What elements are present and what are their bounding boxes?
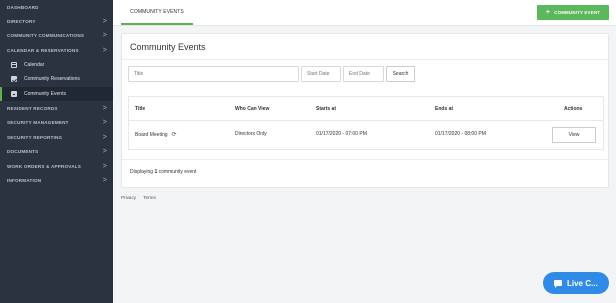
sidebar-item-label: INFORMATION <box>7 177 42 183</box>
chevron-right-icon: > <box>102 119 107 127</box>
recurring-icon: ⟳ <box>171 132 177 138</box>
sidebar-item-label: COMMUNITY COMMUNICATIONS <box>7 33 85 39</box>
footer: Privacy Terms <box>121 195 162 200</box>
cell-who-can-view: Directors Only <box>235 131 267 137</box>
column-header-actions: Actions <box>564 106 583 112</box>
result-count-number: 1 <box>154 169 158 175</box>
privacy-link[interactable]: Privacy <box>121 195 136 200</box>
sidebar-item-label: WORK ORDERS & APPROVALS <box>7 163 82 169</box>
chevron-right-icon: > <box>102 133 107 141</box>
end-date-input[interactable] <box>343 66 384 82</box>
sidebar-item-work-orders-approvals[interactable]: WORK ORDERS & APPROVALS > <box>0 159 113 173</box>
sidebar-item-dashboard[interactable]: DASHBOARD <box>0 0 113 14</box>
chevron-right-icon: > <box>102 148 107 156</box>
tab-community-events[interactable]: COMMUNITY EVENTS <box>121 0 193 25</box>
sidebar-subitem-community-reservations[interactable]: Community Reservations <box>0 72 113 87</box>
chevron-right-icon: > <box>102 176 107 184</box>
column-header-who-can-view: Who Can View <box>235 106 270 112</box>
sidebar-item-label: SECURITY REPORTING <box>7 134 63 140</box>
live-chat-label: Live C... <box>567 278 598 288</box>
sidebar-item-information[interactable]: INFORMATION > <box>0 173 113 187</box>
search-button[interactable]: Search <box>386 66 415 82</box>
plus-icon: + <box>545 9 551 16</box>
chat-icon <box>554 280 562 288</box>
column-header-starts-at: Starts at <box>316 106 337 112</box>
calendar-icon <box>11 61 17 68</box>
chevron-right-icon: > <box>102 46 107 54</box>
chevron-right-icon: > <box>102 18 107 26</box>
sidebar-subitem-label: Calendar <box>24 61 45 68</box>
sidebar-item-documents[interactable]: DOCUMENTS > <box>0 145 113 159</box>
divider <box>122 159 608 160</box>
sidebar-item-label: DOCUMENTS <box>7 149 39 155</box>
community-events-panel: Community Events Search Title Who Can Vi… <box>121 33 609 188</box>
cell-starts-at: 01/17/2020 - 07:00 PM <box>316 131 367 137</box>
add-button-label: COMMUNITY EVENT <box>554 10 601 15</box>
sidebar-subitem-label: Community Events <box>24 91 66 98</box>
sidebar-subitem-calendar[interactable]: Calendar <box>0 57 113 73</box>
sidebar-item-label: DASHBOARD <box>7 4 39 10</box>
divider <box>129 120 603 121</box>
start-date-input[interactable] <box>301 66 341 82</box>
divider <box>122 59 608 60</box>
add-community-event-button[interactable]: + COMMUNITY EVENT <box>537 5 609 20</box>
view-button[interactable]: View <box>552 127 596 143</box>
live-chat-button[interactable]: Live C... <box>543 272 609 294</box>
terms-link[interactable]: Terms <box>143 195 156 200</box>
top-bar: COMMUNITY EVENTS + COMMUNITY EVENT <box>113 0 616 26</box>
sidebar-item-label: RESIDENT RECORDS <box>7 106 58 112</box>
result-count: Displaying 1 community event <box>130 169 196 175</box>
sidebar-item-security-reporting[interactable]: SECURITY REPORTING > <box>0 130 113 144</box>
cell-ends-at: 01/17/2020 - 08:00 PM <box>435 131 486 137</box>
sidebar-item-security-management[interactable]: SECURITY MANAGEMENT > <box>0 116 113 130</box>
sidebar-subitem-community-events[interactable]: Community Events <box>0 86 113 102</box>
sidebar-item-label: SECURITY MANAGEMENT <box>7 120 69 126</box>
sidebar: DASHBOARD DIRECTORY > COMMUNITY COMMUNICA… <box>0 0 113 303</box>
event-title: Board Meeting <box>135 132 168 138</box>
column-header-title: Title <box>135 106 146 112</box>
result-count-prefix: Displaying <box>130 169 154 175</box>
result-count-suffix: community event <box>158 169 197 175</box>
sidebar-item-calendar-reservations[interactable]: CALENDAR & RESERVATIONS > <box>0 43 113 57</box>
sidebar-subitem-label: Community Reservations <box>24 76 80 83</box>
sidebar-item-resident-records[interactable]: RESIDENT RECORDS > <box>0 101 113 115</box>
document-icon <box>11 91 17 98</box>
checkbox-icon <box>11 76 17 83</box>
events-table: Title Who Can View Starts at Ends at Act… <box>128 96 604 150</box>
cell-title: Board Meeting ⟳ <box>135 131 177 138</box>
title-filter-input[interactable] <box>128 66 299 82</box>
chevron-right-icon: > <box>102 32 107 40</box>
sidebar-item-community-communications[interactable]: COMMUNITY COMMUNICATIONS > <box>0 29 113 43</box>
chevron-right-icon: > <box>102 105 107 113</box>
chevron-right-icon: > <box>102 162 107 170</box>
sidebar-item-label: CALENDAR & RESERVATIONS <box>7 47 79 53</box>
sidebar-item-label: DIRECTORY <box>7 19 36 25</box>
page-title: Community Events <box>130 42 206 52</box>
sidebar-item-directory[interactable]: DIRECTORY > <box>0 14 113 28</box>
column-header-ends-at: Ends at <box>435 106 454 112</box>
